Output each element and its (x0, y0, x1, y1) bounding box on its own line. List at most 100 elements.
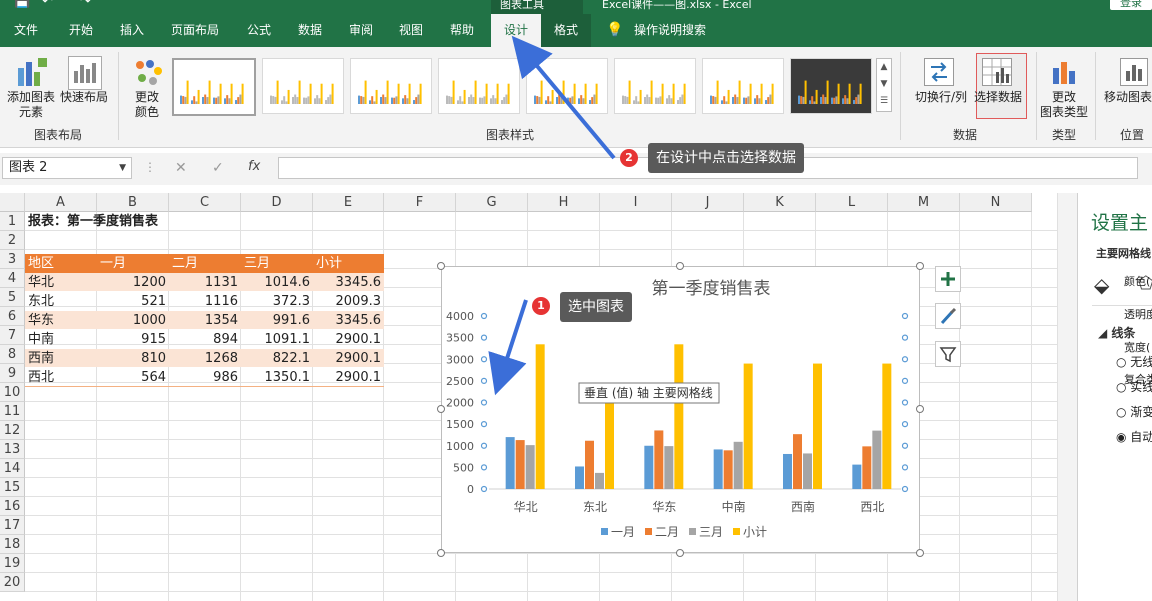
value-cell[interactable]: 1350.1 (241, 368, 313, 387)
resize-handle[interactable] (437, 405, 445, 413)
header-mar[interactable]: 三月 (241, 254, 313, 273)
value-cell[interactable]: 2900.1 (313, 349, 384, 368)
value-cell[interactable]: 3345.6 (313, 273, 384, 292)
format-pane[interactable]: 设置主 主要网格线 ⬙ ⬠ ◢ 线条 ○ 无线 ○ 实线 ○ 渐变 ◉ 自动 颜色(透… (1077, 193, 1152, 601)
resize-handle[interactable] (916, 405, 924, 413)
value-cell[interactable]: 1354 (169, 311, 241, 330)
row-header-4[interactable]: 4 (0, 269, 25, 288)
value-cell[interactable]: 2900.1 (313, 330, 384, 349)
row-header-10[interactable]: 10 (0, 383, 25, 402)
column-header-g[interactable]: G (456, 193, 528, 212)
row-header-8[interactable]: 8 (0, 345, 25, 364)
value-cell[interactable]: 822.1 (241, 349, 313, 368)
chart-filter-icon[interactable] (935, 341, 961, 367)
move-chart-icon[interactable] (1120, 58, 1148, 86)
add-chart-element-icon[interactable] (14, 56, 48, 88)
header-feb[interactable]: 二月 (169, 254, 241, 273)
region-cell[interactable]: 中南 (25, 330, 97, 349)
tab-file[interactable]: 文件 (0, 14, 52, 47)
value-cell[interactable]: 3345.6 (313, 311, 384, 330)
line-option-radio[interactable]: ○ 无线 (1116, 353, 1152, 370)
row-header-20[interactable]: 20 (0, 573, 25, 592)
value-cell[interactable]: 986 (169, 368, 241, 387)
value-cell[interactable]: 1200 (97, 273, 169, 292)
value-cell[interactable]: 915 (97, 330, 169, 349)
switch-row-column-label[interactable]: 切换行/列 (910, 90, 972, 105)
resize-handle[interactable] (437, 262, 445, 270)
column-header-b[interactable]: B (97, 193, 169, 212)
redo-icon[interactable]: ↷ (80, 0, 91, 9)
header-jan[interactable]: 一月 (97, 254, 169, 273)
resize-handle[interactable] (916, 262, 924, 270)
region-cell[interactable]: 东北 (25, 292, 97, 311)
select-data-icon[interactable] (982, 58, 1012, 86)
cancel-icon[interactable]: ✕ (175, 160, 187, 176)
move-chart-label[interactable]: 移动图表 (1104, 90, 1152, 105)
column-header-e[interactable]: E (313, 193, 384, 212)
switch-row-column-icon[interactable] (924, 58, 954, 86)
sheet-title[interactable]: 报表：第一季度销售表 (25, 212, 245, 231)
header-subtotal[interactable]: 小计 (313, 254, 384, 273)
column-header-c[interactable]: C (169, 193, 241, 212)
function-icon[interactable]: fx (248, 159, 260, 174)
quick-layout-label[interactable]: 快速布局 (56, 90, 112, 105)
row-header-19[interactable]: 19 (0, 554, 25, 573)
value-cell[interactable]: 894 (169, 330, 241, 349)
tab-page-layout[interactable]: 页面布局 (160, 14, 230, 47)
tab-insert[interactable]: 插入 (107, 14, 157, 47)
row-header-15[interactable]: 15 (0, 478, 25, 497)
palette-icon[interactable] (132, 58, 164, 88)
column-header-i[interactable]: I (600, 193, 672, 212)
row-header-13[interactable]: 13 (0, 440, 25, 459)
row-header-3[interactable]: 3 (0, 250, 25, 269)
row-header-7[interactable]: 7 (0, 326, 25, 345)
row-header-9[interactable]: 9 (0, 364, 25, 383)
select-data-label[interactable]: 选择数据 (970, 90, 1026, 105)
value-cell[interactable]: 810 (97, 349, 169, 368)
column-chart[interactable]: 第一季度销售表 4000 3500 3000 2500 2000 1500 1000 500 0 华… (441, 266, 920, 553)
header-region[interactable]: 地区 (25, 254, 97, 273)
row-header-11[interactable]: 11 (0, 402, 25, 421)
region-cell[interactable]: 华北 (25, 273, 97, 292)
row-header-18[interactable]: 18 (0, 535, 25, 554)
confirm-icon[interactable]: ✓ (212, 160, 224, 176)
chevron-down-icon[interactable]: ▼ (119, 158, 126, 178)
value-cell[interactable]: 1014.6 (241, 273, 313, 292)
value-cell[interactable]: 2009.3 (313, 292, 384, 311)
vertical-scrollbar[interactable] (1057, 193, 1078, 601)
save-icon[interactable]: 💾 (14, 0, 30, 9)
tab-review[interactable]: 审阅 (336, 14, 386, 47)
column-header-j[interactable]: J (672, 193, 744, 212)
column-header-f[interactable]: F (384, 193, 456, 212)
resize-handle[interactable] (676, 549, 684, 557)
value-cell[interactable]: 1000 (97, 311, 169, 330)
name-box[interactable]: 图表 2 ▼ (2, 157, 132, 179)
tab-design[interactable]: 设计 (491, 14, 541, 47)
column-header-d[interactable]: D (241, 193, 313, 212)
value-cell[interactable]: 1116 (169, 292, 241, 311)
value-cell[interactable]: 2900.1 (313, 368, 384, 387)
resize-handle[interactable] (676, 262, 684, 270)
line-option-radio[interactable]: ○ 渐变 (1116, 403, 1152, 420)
row-header-1[interactable]: 1 (0, 212, 25, 231)
row-header-2[interactable]: 2 (0, 231, 25, 250)
gallery-scroll[interactable]: ▲ ▼ ☰ (876, 58, 892, 112)
tab-data[interactable]: 数据 (285, 14, 335, 47)
value-cell[interactable]: 521 (97, 292, 169, 311)
value-cell[interactable]: 1131 (169, 273, 241, 292)
resize-handle[interactable] (437, 549, 445, 557)
value-cell[interactable]: 1091.1 (241, 330, 313, 349)
row-header-17[interactable]: 17 (0, 516, 25, 535)
row-header-6[interactable]: 6 (0, 307, 25, 326)
row-header-5[interactable]: 5 (0, 288, 25, 307)
tab-format[interactable]: 格式 (541, 14, 591, 47)
row-header-12[interactable]: 12 (0, 421, 25, 440)
value-cell[interactable]: 372.3 (241, 292, 313, 311)
column-header-n[interactable]: N (960, 193, 1032, 212)
tab-view[interactable]: 视图 (386, 14, 436, 47)
column-header-a[interactable]: A (25, 193, 97, 212)
region-cell[interactable]: 华东 (25, 311, 97, 330)
row-header-16[interactable]: 16 (0, 497, 25, 516)
tab-formulas[interactable]: 公式 (234, 14, 284, 47)
change-chart-type-icon[interactable] (1050, 58, 1078, 86)
